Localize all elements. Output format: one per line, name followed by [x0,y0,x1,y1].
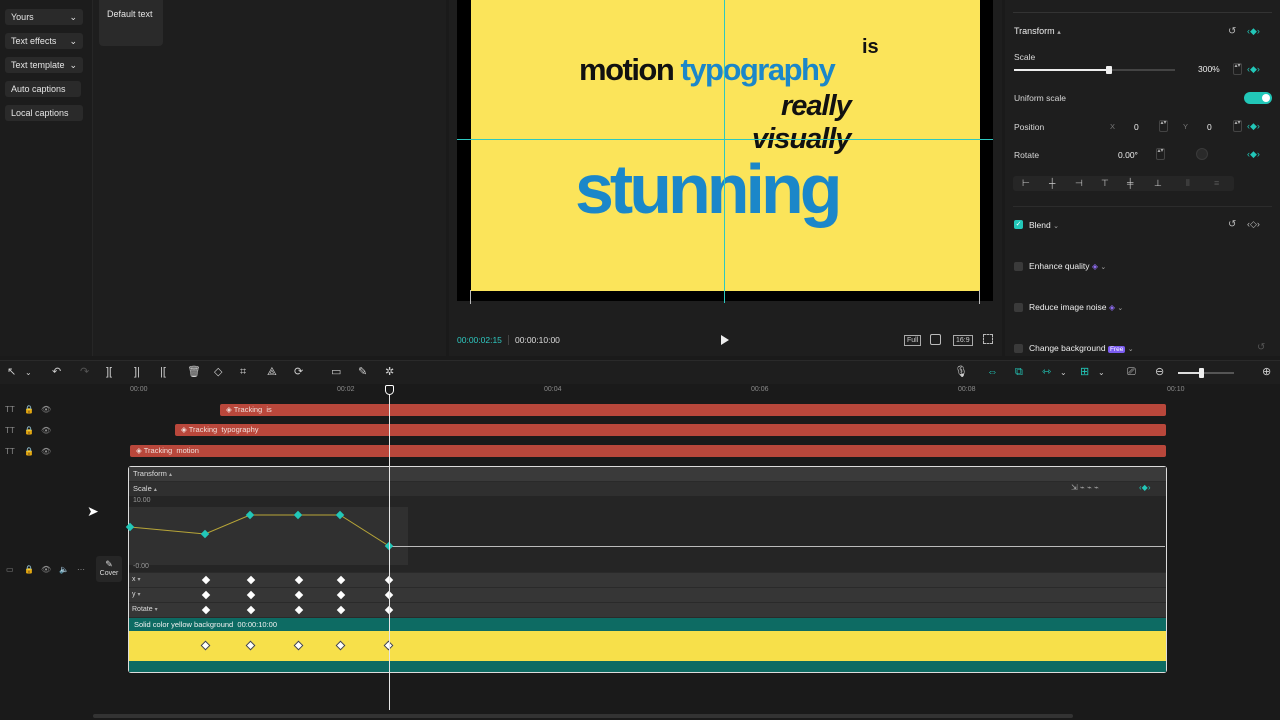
row-label: x [132,576,136,583]
playhead-handle[interactable] [385,385,394,395]
caret-icon: ▾ [154,607,158,613]
timeline-scrollbar[interactable] [93,714,1073,718]
x-keyframe-row: x ▾ [129,573,1166,587]
y-keyframe-row: y ▾ [129,588,1166,602]
bg-clip-header: Solid color yellow background 00:00:10:0… [129,618,1166,631]
row-label: Rotate [132,606,153,613]
clip-duration: 00:00:10:00 [237,620,278,629]
caret-icon: ▾ [137,592,141,598]
caret-icon: ▾ [137,577,141,583]
playhead-line[interactable] [389,390,390,710]
clip-label: Solid color yellow background [134,620,234,629]
bg-clip-body[interactable] [129,631,1166,661]
bg-clip-footer [129,661,1166,672]
rotate-keyframe-row: Rotate ▾ [129,603,1166,617]
row-label: y [132,591,136,598]
